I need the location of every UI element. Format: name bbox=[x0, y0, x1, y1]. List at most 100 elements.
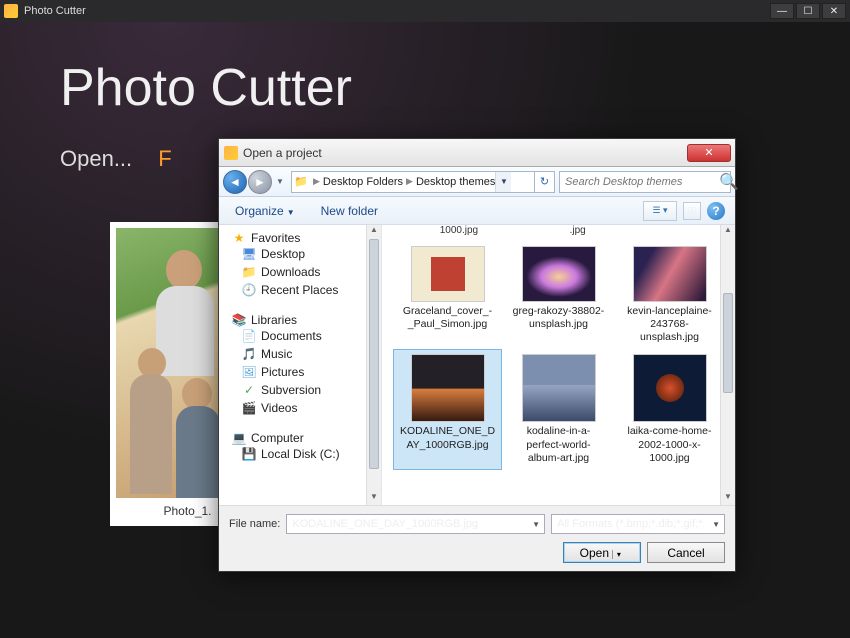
search-box[interactable]: 🔍 bbox=[559, 171, 731, 193]
folder-icon: 📁 bbox=[292, 175, 310, 188]
minimize-button[interactable]: — bbox=[770, 3, 794, 19]
dialog-title: Open a project bbox=[243, 146, 687, 160]
tree-scrollbar[interactable]: ▲ ▼ bbox=[366, 225, 381, 505]
file-thumb bbox=[633, 354, 707, 422]
dialog-close-button[interactable]: ✕ bbox=[687, 144, 731, 162]
tree-item-documents[interactable]: 📄Documents bbox=[219, 327, 381, 345]
maximize-button[interactable]: ☐ bbox=[796, 3, 820, 19]
refresh-button[interactable]: ↻ bbox=[535, 171, 555, 193]
tree-item-recent[interactable]: 🕘Recent Places bbox=[219, 281, 381, 299]
app-icon bbox=[4, 4, 18, 18]
file-thumb bbox=[522, 354, 596, 422]
desktop-icon: 🖥 bbox=[241, 247, 257, 261]
app-window: Photo Cutter — ☐ ✕ Photo Cutter Open... … bbox=[0, 0, 850, 638]
tree-item-localdisk[interactable]: 💾Local Disk (C:) bbox=[219, 445, 381, 463]
chevron-right-icon[interactable]: ▶ bbox=[310, 176, 323, 187]
scrollbar-thumb[interactable] bbox=[369, 239, 379, 469]
close-button[interactable]: ✕ bbox=[822, 3, 846, 19]
cancel-button[interactable]: Cancel bbox=[647, 542, 725, 563]
file-item[interactable]: Graceland_cover_-_Paul_Simon.jpg bbox=[394, 242, 501, 348]
scroll-up-icon[interactable]: ▲ bbox=[367, 225, 381, 238]
dialog-main: ★Favorites 🖥Desktop 📁Downloads 🕘Recent P… bbox=[219, 225, 735, 505]
tree-header-libraries[interactable]: 📚Libraries bbox=[219, 313, 381, 327]
file-scrollbar[interactable]: ▲ ▼ bbox=[720, 225, 735, 505]
app-heading: Photo Cutter bbox=[60, 58, 790, 118]
videos-icon: 🎬 bbox=[241, 401, 257, 415]
view-mode-button[interactable]: ☰ ▾ bbox=[643, 201, 677, 221]
file-name: kevin-lanceplaine-243768-unsplash.jpg bbox=[622, 305, 718, 344]
app-title: Photo Cutter bbox=[24, 5, 768, 17]
dialog-titlebar[interactable]: Open a project ✕ bbox=[219, 139, 735, 167]
folder-icon: 📁 bbox=[241, 265, 257, 279]
tree-item-subversion[interactable]: ✓Subversion bbox=[219, 381, 381, 399]
open-label[interactable]: Open... bbox=[60, 146, 132, 171]
file-name: Graceland_cover_-_Paul_Simon.jpg bbox=[400, 305, 496, 331]
file-thumb bbox=[633, 246, 707, 302]
dialog-bottom: File name: KODALINE_ONE_DAY_1000RGB.jpg▼… bbox=[219, 505, 735, 571]
tree-item-downloads[interactable]: 📁Downloads bbox=[219, 263, 381, 281]
music-icon: 🎵 bbox=[241, 347, 257, 361]
file-thumb bbox=[411, 354, 485, 422]
star-icon: ★ bbox=[231, 231, 247, 245]
open-file-link[interactable]: F bbox=[158, 146, 171, 171]
file-item-selected[interactable]: KODALINE_ONE_DAY_1000RGB.jpg bbox=[394, 350, 501, 468]
file-pane: 1000.jpg .jpg Graceland_cover_-_Paul_Sim… bbox=[382, 225, 735, 505]
nav-tree: ★Favorites 🖥Desktop 📁Downloads 🕘Recent P… bbox=[219, 225, 382, 505]
filename-combo[interactable]: KODALINE_ONE_DAY_1000RGB.jpg▼ bbox=[286, 514, 545, 534]
chevron-down-icon[interactable]: ▼ bbox=[530, 520, 542, 529]
tree-item-music[interactable]: 🎵Music bbox=[219, 345, 381, 363]
file-thumb bbox=[522, 246, 596, 302]
tree-header-favorites[interactable]: ★Favorites bbox=[219, 231, 381, 245]
search-icon[interactable]: 🔍 bbox=[713, 172, 745, 192]
cutoff-name[interactable]: .jpg bbox=[570, 225, 586, 236]
computer-icon: 💻 bbox=[231, 431, 247, 445]
scrollbar-thumb[interactable] bbox=[723, 293, 733, 393]
organize-menu[interactable]: Organize▼ bbox=[229, 201, 301, 221]
file-item[interactable]: kevin-lanceplaine-243768-unsplash.jpg bbox=[616, 242, 723, 348]
open-dialog: Open a project ✕ ◄ ► ▼ 📁 ▶ Desktop Folde… bbox=[218, 138, 736, 572]
nav-history-dropdown[interactable]: ▼ bbox=[273, 177, 287, 186]
nav-back-button[interactable]: ◄ bbox=[223, 170, 247, 194]
dialog-nav: ◄ ► ▼ 📁 ▶ Desktop Folders ▶ Desktop them… bbox=[219, 167, 735, 197]
search-input[interactable] bbox=[560, 176, 713, 188]
chevron-down-icon: ▼ bbox=[287, 208, 295, 217]
tree-item-pictures[interactable]: 🖼Pictures bbox=[219, 363, 381, 381]
breadcrumb-seg-2[interactable]: Desktop themes bbox=[416, 176, 495, 188]
filename-label: File name: bbox=[229, 518, 280, 530]
file-thumb bbox=[411, 246, 485, 302]
documents-icon: 📄 bbox=[241, 329, 257, 343]
chevron-down-icon[interactable]: ▼ bbox=[710, 520, 722, 529]
tree-item-videos[interactable]: 🎬Videos bbox=[219, 399, 381, 417]
tree-header-computer[interactable]: 💻Computer bbox=[219, 431, 381, 445]
file-item[interactable]: laika-come-home-2002-1000-x-1000.jpg bbox=[616, 350, 723, 468]
file-item[interactable]: greg-rakozy-38802-unsplash.jpg bbox=[505, 242, 612, 348]
app-body: Photo Cutter Open... F Photo_1. Open a p… bbox=[0, 22, 850, 638]
file-item[interactable]: kodaline-in-a-perfect-world-album-art.jp… bbox=[505, 350, 612, 468]
file-name: laika-come-home-2002-1000-x-1000.jpg bbox=[622, 425, 718, 464]
breadcrumb[interactable]: 📁 ▶ Desktop Folders ▶ Desktop themes ▼ bbox=[291, 171, 535, 193]
dialog-icon bbox=[224, 146, 238, 160]
breadcrumb-dropdown[interactable]: ▼ bbox=[495, 172, 511, 192]
file-name: kodaline-in-a-perfect-world-album-art.jp… bbox=[511, 425, 607, 464]
tree-item-desktop[interactable]: 🖥Desktop bbox=[219, 245, 381, 263]
recent-icon: 🕘 bbox=[241, 283, 257, 297]
help-button[interactable]: ? bbox=[707, 202, 725, 220]
app-titlebar[interactable]: Photo Cutter — ☐ ✕ bbox=[0, 0, 850, 22]
open-button[interactable]: Open ▾ bbox=[563, 542, 641, 563]
open-split-dropdown[interactable]: ▾ bbox=[612, 550, 624, 559]
filter-combo[interactable]: All Formats (*.bmp;*.dib;*.gif;*.▼ bbox=[551, 514, 725, 534]
cutoff-name[interactable]: 1000.jpg bbox=[440, 225, 478, 236]
cutoff-row: 1000.jpg .jpg bbox=[382, 225, 735, 242]
new-folder-button[interactable]: New folder bbox=[315, 201, 384, 221]
nav-forward-button[interactable]: ► bbox=[248, 170, 272, 194]
dialog-toolbar: Organize▼ New folder ☰ ▾ ◫ ? bbox=[219, 197, 735, 225]
scroll-down-icon[interactable]: ▼ bbox=[367, 492, 381, 505]
pictures-icon: 🖼 bbox=[241, 365, 257, 379]
chevron-right-icon[interactable]: ▶ bbox=[403, 176, 416, 187]
scroll-down-icon[interactable]: ▼ bbox=[721, 492, 735, 505]
subversion-icon: ✓ bbox=[241, 383, 257, 397]
breadcrumb-seg-1[interactable]: Desktop Folders bbox=[323, 176, 403, 188]
scroll-up-icon[interactable]: ▲ bbox=[721, 225, 735, 238]
file-grid: Graceland_cover_-_Paul_Simon.jpg greg-ra… bbox=[382, 242, 735, 477]
preview-pane-button[interactable]: ◫ bbox=[683, 202, 701, 220]
